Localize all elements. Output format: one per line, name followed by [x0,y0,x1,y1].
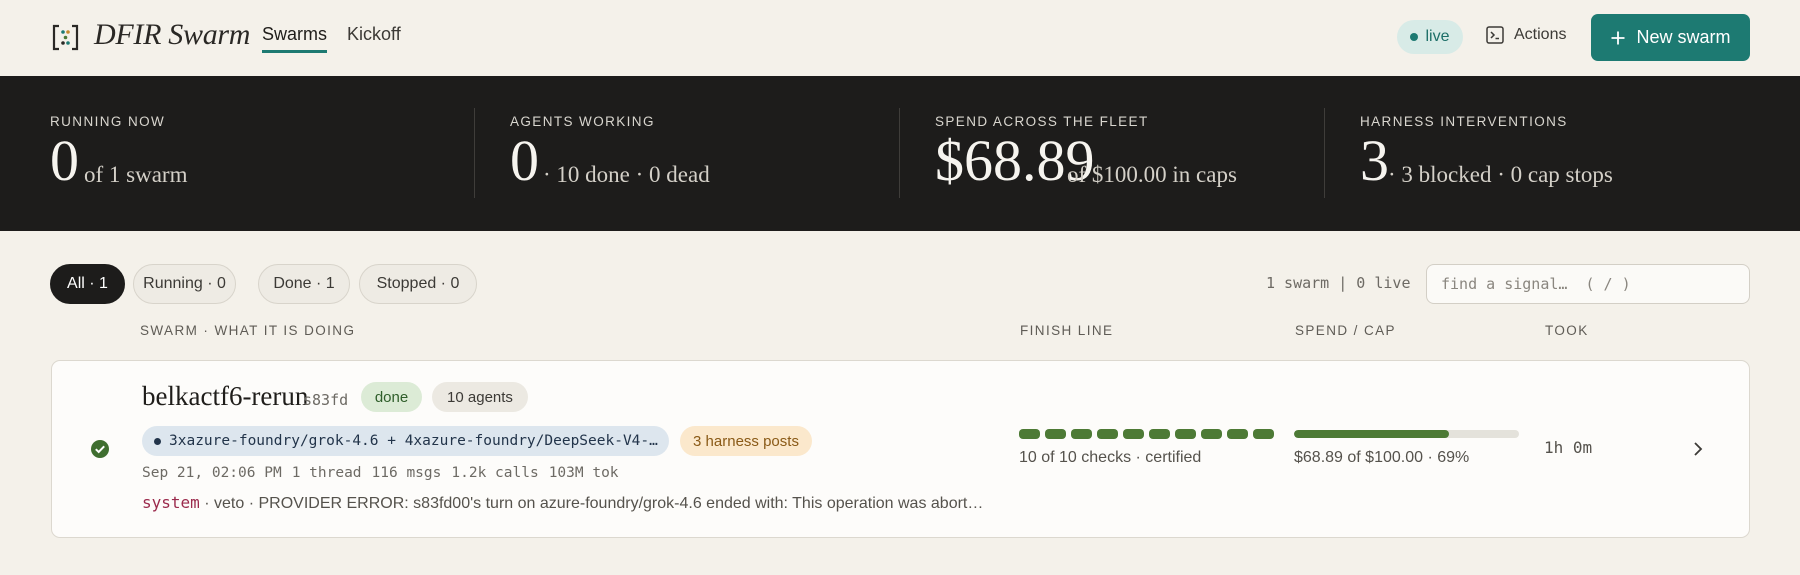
brand-title: DFIR Swarm [94,18,251,51]
stat-label: RUNNING NOW [50,114,166,129]
check-segment [1253,429,1274,439]
terminal-icon [1486,26,1504,44]
model-dot-icon [154,437,161,445]
search-input[interactable] [1426,264,1750,304]
filter-running[interactable]: Running · 0 [133,264,236,304]
spend-summary: $68.89 of $100.00 · 69% [1294,449,1470,466]
spend-progress-fill [1294,430,1450,438]
meta-started: Sep 21, 02:06 PM [142,465,282,481]
stat-value: 0 [510,128,539,193]
check-segment [1019,429,1040,439]
filter-done[interactable]: Done · 1 [258,264,350,304]
column-header-took: TOOK [1545,323,1589,338]
check-segment [1149,429,1170,439]
filter-all[interactable]: All · 1 [50,264,125,304]
tab-kickoff[interactable]: Kickoff [347,24,401,45]
meta-tokens: 103M tok [548,465,619,481]
stats-band: RUNNING NOW 0 of 1 swarm AGENTS WORKING … [0,76,1800,231]
column-header-swarm: SWARM · WHAT IT IS DOING [140,323,356,338]
swarm-row[interactable]: belkactf6-rerun s83fd done 10 agents 3xa… [51,360,1750,538]
stat-label: HARNESS INTERVENTIONS [1360,114,1568,129]
event-source: system [142,493,200,512]
swarm-name[interactable]: belkactf6-rerun [142,381,308,412]
check-segment [1071,429,1092,439]
check-segment [1097,429,1118,439]
new-swarm-button[interactable]: New swarm [1591,14,1750,61]
status-badge: done [361,382,422,412]
checks-summary: 10 of 10 checks · certified [1019,449,1202,466]
stat-divider [474,108,475,198]
chevron-right-icon[interactable] [1689,439,1707,459]
live-status-badge: live [1397,20,1463,54]
stat-detail: · 3 blocked · 0 cap stops [1388,162,1613,187]
meta-calls: 1.2k calls [451,465,539,481]
check-segment [1201,429,1222,439]
stat-value: 3 [1360,128,1389,193]
swarm-count-summary: 1 swarm | 0 live [1266,274,1411,292]
actions-label: Actions [1514,26,1567,43]
check-segment [1045,429,1066,439]
check-segment [1175,429,1196,439]
stat-divider [1324,108,1325,198]
meta-threads: 1 thread [291,465,362,481]
latest-event: system · veto · PROVIDER ERROR: s83fd00'… [142,493,983,513]
plus-icon [1611,31,1625,44]
spend-progress-bar [1294,430,1519,438]
check-circle-icon [91,440,109,458]
stat-detail: of 1 swarm [84,162,188,187]
swarm-meta: Sep 21, 02:06 PM 1 thread 116 msgs 1.2k … [142,465,619,481]
stat-label: AGENTS WORKING [510,114,655,129]
new-swarm-label: New swarm [1636,27,1731,47]
stat-label: SPEND ACROSS THE FLEET [935,114,1149,129]
stat-value: 0 [50,128,79,193]
swarm-id: s83fd [303,391,349,409]
duration: 1h 0m [1544,438,1593,457]
agents-count-badge: 10 agents [432,382,528,412]
column-header-spend: SPEND / CAP [1295,323,1396,338]
stat-detail: of $100.00 in caps [1067,162,1237,187]
column-header-finish-line: FINISH LINE [1020,323,1114,338]
meta-messages: 116 msgs [371,465,442,481]
live-label: live [1425,28,1450,45]
filter-stopped[interactable]: Stopped · 0 [359,264,477,304]
event-text: · veto · PROVIDER ERROR: s83fd00's turn … [199,495,984,512]
finish-line-checks [1019,429,1274,439]
stat-detail: · 10 done · 0 dead [543,162,710,187]
actions-button[interactable]: Actions [1486,26,1566,44]
stat-divider [899,108,900,198]
tab-swarms[interactable]: Swarms [262,24,328,53]
check-segment [1123,429,1144,439]
top-bar: DFIR Swarm Swarms Kickoff live Actions N… [0,0,1800,76]
live-dot-icon [1410,33,1419,41]
model-mix-pill: 3xazure-foundry/grok-4.6 + 4xazure-found… [142,426,669,456]
model-mix-text: 3xazure-foundry/grok-4.6 + 4xazure-found… [169,433,658,449]
logo-bracket-icon [52,24,79,51]
harness-posts-badge: 3 harness posts [680,426,812,456]
check-segment [1227,429,1248,439]
